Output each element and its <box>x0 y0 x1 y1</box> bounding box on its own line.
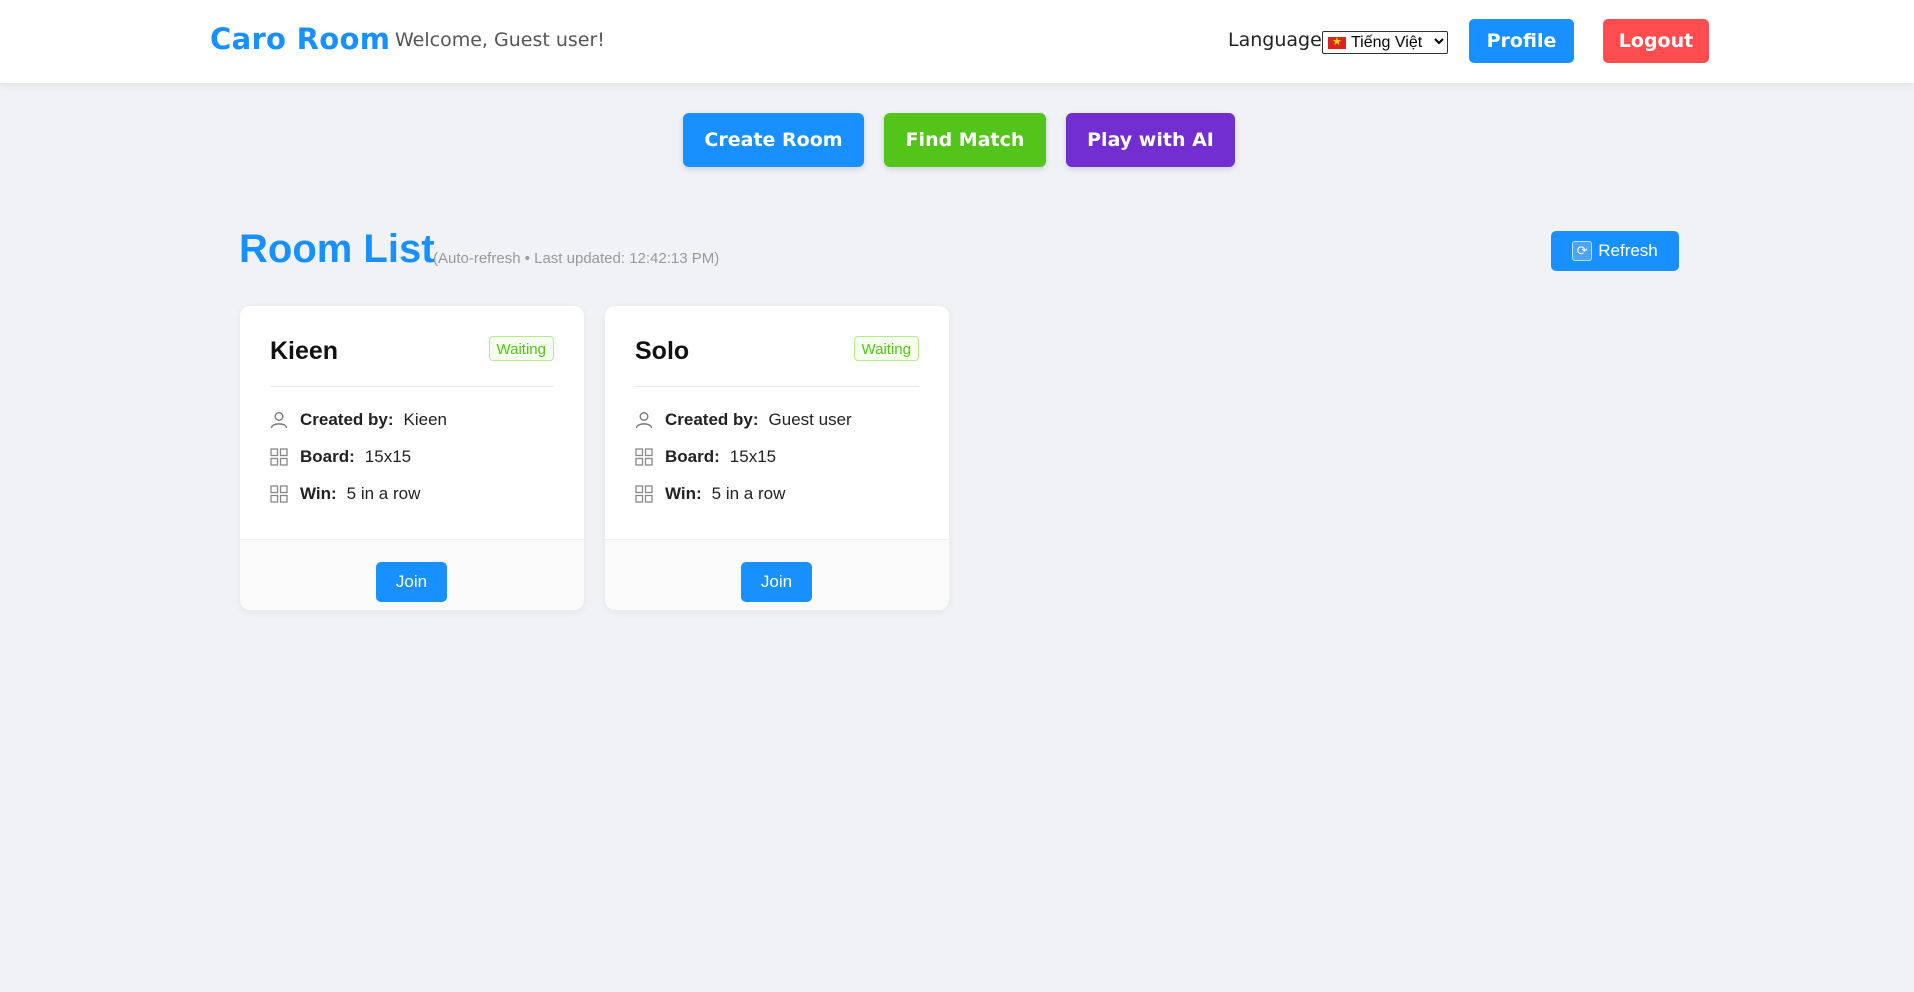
board-row: Board: 15x15 <box>270 446 411 468</box>
status-badge: Waiting <box>853 336 919 361</box>
language-label: Language: <box>1228 29 1329 51</box>
win-value: 5 in a row <box>346 484 421 503</box>
join-button[interactable]: Join <box>741 562 812 602</box>
created-by-label: Created by: <box>665 410 759 429</box>
card-divider <box>270 386 554 387</box>
created-by-label: Created by: <box>300 410 394 429</box>
logout-button[interactable]: Logout <box>1603 19 1709 63</box>
win-value: 5 in a row <box>711 484 786 503</box>
play-with-ai-button[interactable]: Play with AI <box>1066 113 1235 167</box>
grid-icon <box>635 485 653 503</box>
board-row: Board: 15x15 <box>635 446 776 468</box>
win-label: Win: <box>665 484 702 503</box>
room-list-title: Room List <box>239 227 435 271</box>
welcome-text: Welcome, Guest user! <box>395 29 605 51</box>
created-by-value: Kieen <box>403 410 448 429</box>
room-card: Kieen Waiting Created by: Kieen Board: 1… <box>240 306 584 610</box>
user-icon <box>635 411 653 429</box>
created-by-value: Guest user <box>768 410 852 429</box>
board-value: 15x15 <box>364 447 412 466</box>
app-logo[interactable]: Caro Room <box>210 22 390 56</box>
room-name: Kieen <box>270 337 339 365</box>
profile-button[interactable]: Profile <box>1469 19 1574 63</box>
board-label: Board: <box>300 447 355 466</box>
vietnam-flag-icon <box>1328 34 1346 50</box>
room-list-status: (Auto-refresh • Last updated: 12:42:13 P… <box>433 250 720 267</box>
created-by-row: Created by: Guest user <box>635 409 852 431</box>
board-label: Board: <box>665 447 720 466</box>
join-button[interactable]: Join <box>376 562 447 602</box>
status-badge: Waiting <box>488 336 554 361</box>
win-row: Win: 5 in a row <box>635 483 785 505</box>
created-by-row: Created by: Kieen <box>270 409 447 431</box>
card-footer: Join <box>605 539 949 610</box>
card-footer: Join <box>240 539 584 610</box>
grid-icon <box>635 448 653 466</box>
board-value: 15x15 <box>729 447 777 466</box>
room-name: Solo <box>635 337 690 365</box>
language-select[interactable]: Tiếng Việt <box>1322 31 1448 54</box>
refresh-button[interactable]: ⟳ Refresh <box>1551 231 1679 271</box>
card-divider <box>635 386 919 387</box>
top-header: Caro Room Welcome, Guest user! Language:… <box>0 0 1914 83</box>
refresh-icon: ⟳ <box>1572 241 1593 261</box>
chevron-down-icon <box>1431 37 1447 48</box>
language-selected-value: Tiếng Việt <box>1351 33 1423 51</box>
refresh-button-label: Refresh <box>1598 241 1658 260</box>
room-card: Solo Waiting Created by: Guest user Boar… <box>605 306 949 610</box>
grid-icon <box>270 485 288 503</box>
win-label: Win: <box>300 484 337 503</box>
find-match-button[interactable]: Find Match <box>884 113 1046 167</box>
grid-icon <box>270 448 288 466</box>
create-room-button[interactable]: Create Room <box>683 113 864 167</box>
win-row: Win: 5 in a row <box>270 483 420 505</box>
user-icon <box>270 411 288 429</box>
